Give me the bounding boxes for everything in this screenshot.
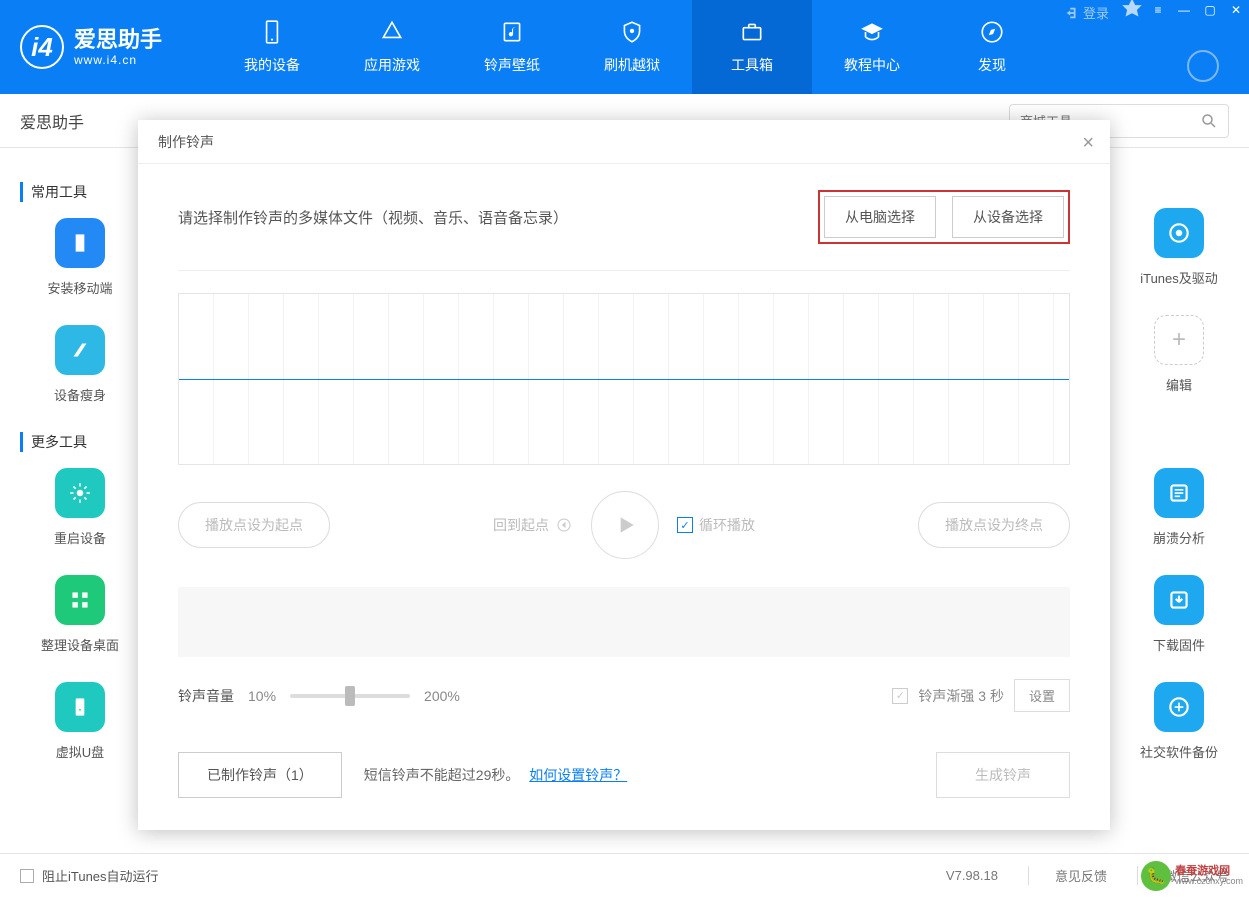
modal-close-button[interactable]: ×	[1082, 132, 1094, 155]
footer: 阻止iTunes自动运行 V7.98.18 意见反馈 微信公众号	[0, 853, 1249, 897]
left-tools-column: 常用工具 安装移动端 设备瘦身 更多工具 重启设备 整理设备桌面 虚拟U盘	[0, 148, 160, 809]
sms-note: 短信铃声不能超过29秒。 如何设置铃声？	[364, 765, 627, 785]
set-end-point-button[interactable]: 播放点设为终点	[918, 502, 1070, 548]
select-from-computer-button[interactable]: 从电脑选择	[824, 196, 936, 238]
logo-cn: 爱思助手	[74, 27, 162, 53]
play-button[interactable]	[591, 491, 659, 559]
menu-button[interactable]: ≡	[1145, 0, 1171, 20]
checkbox-icon: ✓	[677, 517, 693, 533]
plus-icon: +	[1154, 315, 1204, 365]
select-from-device-button[interactable]: 从设备选择	[952, 196, 1064, 238]
main-nav: 我的设备 应用游戏 铃声壁纸 刷机越狱 工具箱 教程中心 发现	[212, 0, 1052, 94]
logo-icon: i4	[20, 25, 64, 69]
volume-slider[interactable]	[290, 694, 410, 698]
subheader-title: 爱思助手	[20, 109, 84, 133]
tool-restart-device[interactable]: 重启设备	[10, 468, 150, 547]
timeline-area[interactable]	[178, 587, 1070, 657]
checkbox-empty-icon	[20, 869, 34, 883]
block-itunes-checkbox[interactable]: 阻止iTunes自动运行	[20, 866, 159, 885]
ringtone-maker-modal: 制作铃声 × 请选择制作铃声的多媒体文件（视频、音乐、语音备忘录） 从电脑选择 …	[138, 120, 1110, 830]
nav-tutorials[interactable]: 教程中心	[812, 0, 932, 94]
back-to-start-button[interactable]: 回到起点	[493, 515, 573, 535]
tool-download-firmware[interactable]: 下载固件	[1119, 575, 1239, 654]
rewind-icon	[555, 516, 573, 534]
fade-settings-button[interactable]: 设置	[1014, 679, 1070, 712]
loop-play-checkbox[interactable]: ✓ 循环播放	[677, 515, 755, 535]
volume-max: 200%	[424, 688, 460, 704]
nav-ringtone-wallpaper[interactable]: 铃声壁纸	[452, 0, 572, 94]
section-more-tools: 更多工具	[20, 432, 150, 452]
close-button[interactable]: ✕	[1223, 0, 1249, 20]
maximize-button[interactable]: ▢	[1197, 0, 1223, 20]
nav-flash-jailbreak[interactable]: 刷机越狱	[572, 0, 692, 94]
login-label: 登录	[1083, 3, 1109, 22]
fade-in-checkbox[interactable]: ✓	[892, 688, 908, 704]
select-file-prompt: 请选择制作铃声的多媒体文件（视频、音乐、语音备忘录）	[178, 207, 568, 228]
tool-itunes-driver[interactable]: iTunes及驱动	[1119, 208, 1239, 287]
window-controls: ≡ — ▢ ✕	[1119, 0, 1249, 20]
volume-label: 铃声音量	[178, 686, 234, 706]
modal-title: 制作铃声	[158, 132, 214, 152]
logo-en: www.i4.cn	[74, 53, 162, 67]
highlighted-select-buttons: 从电脑选择 从设备选择	[818, 190, 1070, 244]
appstore-icon	[379, 19, 405, 45]
search-icon	[1200, 112, 1218, 130]
tool-social-backup[interactable]: 社交软件备份	[1119, 682, 1239, 761]
nav-toolbox[interactable]: 工具箱	[692, 0, 812, 94]
logo: i4 爱思助手 www.i4.cn	[0, 25, 182, 69]
set-start-point-button[interactable]: 播放点设为起点	[178, 502, 330, 548]
pin-button[interactable]	[1119, 0, 1145, 20]
toolbox-icon	[739, 19, 765, 45]
graduation-icon	[859, 19, 885, 45]
download-manager-button[interactable]	[1187, 50, 1219, 82]
nav-app-games[interactable]: 应用游戏	[332, 0, 452, 94]
tool-device-slim[interactable]: 设备瘦身	[10, 325, 150, 404]
volume-min: 10%	[248, 688, 276, 704]
minimize-button[interactable]: —	[1171, 0, 1197, 20]
tool-virtual-udisk[interactable]: 虚拟U盘	[10, 682, 150, 761]
music-icon	[499, 19, 525, 45]
watermark: 🐛 春蚕游戏网 www.czchxy.com	[1141, 861, 1243, 891]
version-label: V7.98.18	[946, 868, 998, 883]
feedback-link[interactable]: 意见反馈	[1028, 866, 1107, 885]
made-ringtones-button[interactable]: 已制作铃声（1）	[178, 752, 342, 798]
play-icon	[612, 512, 638, 538]
how-to-set-ringtone-link[interactable]: 如何设置铃声？	[529, 767, 627, 783]
watermark-icon: 🐛	[1141, 861, 1171, 891]
tool-edit[interactable]: + 编辑	[1119, 315, 1239, 394]
tool-arrange-desktop[interactable]: 整理设备桌面	[10, 575, 150, 654]
fade-in-label: 铃声渐强 3 秒	[918, 686, 1004, 706]
generate-ringtone-button[interactable]: 生成铃声	[936, 752, 1070, 798]
nav-discover[interactable]: 发现	[932, 0, 1052, 94]
login-link[interactable]: 登录	[1065, 3, 1109, 22]
section-common-tools: 常用工具	[20, 182, 150, 202]
waveform-area[interactable]	[178, 293, 1070, 465]
tool-crash-analysis[interactable]: 崩溃分析	[1119, 468, 1239, 547]
titlebar: ≡ — ▢ ✕ 登录 i4 爱思助手 www.i4.cn 我的设备 应用游戏 铃…	[0, 0, 1249, 94]
nav-my-device[interactable]: 我的设备	[212, 0, 332, 94]
compass-icon	[979, 19, 1005, 45]
right-tools-column: iTunes及驱动 + 编辑 崩溃分析 下载固件 社交软件备份	[1119, 208, 1239, 789]
tool-install-mobile[interactable]: 安装移动端	[10, 218, 150, 297]
phone-icon	[259, 19, 285, 45]
modal-header: 制作铃声 ×	[138, 120, 1110, 164]
shield-icon	[619, 19, 645, 45]
